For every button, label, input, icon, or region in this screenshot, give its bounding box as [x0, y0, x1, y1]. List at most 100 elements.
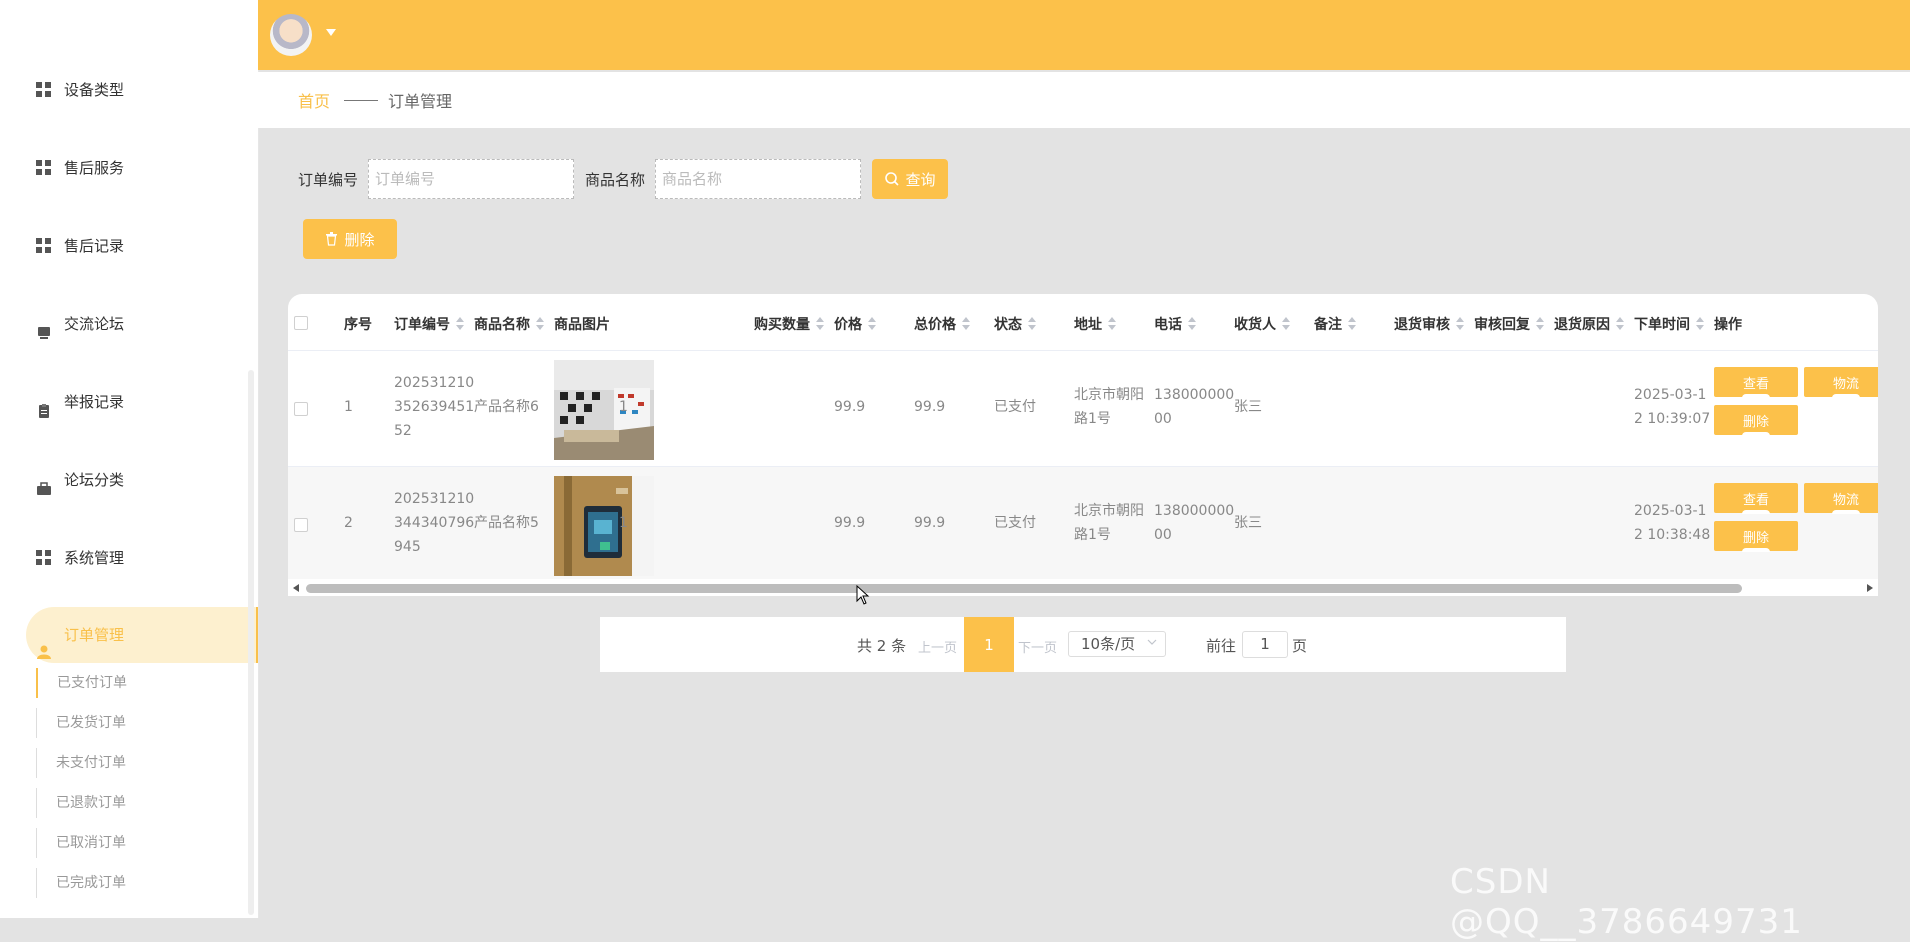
page-size-select[interactable]: 10条/页 [1068, 631, 1166, 657]
row-delete-button[interactable]: 删除 [1714, 521, 1798, 552]
sort-icon [816, 317, 824, 331]
sidebar-item-after-sales[interactable]: 售后服务 [36, 148, 124, 188]
cell-product-name: 产品名称5 [474, 515, 539, 531]
cell-order-no: 202531210 352639451 52 [394, 375, 475, 439]
query-button[interactable]: 查询 [872, 159, 948, 199]
row-delete-button[interactable]: 删除 [1714, 405, 1798, 436]
grid-icon [36, 238, 52, 254]
subitem-shipped-orders[interactable]: 已发货订单 [36, 708, 126, 738]
table-row: 1 202531210 352639451 52 产品名称6 1 99.9 99.9… [288, 350, 1878, 467]
sidebar-item-label: 交流论坛 [64, 315, 125, 333]
sidebar-item-label: 举报记录 [64, 393, 125, 411]
grid-icon [36, 160, 52, 176]
sort-icon [962, 317, 970, 331]
cell-order-time: 2025-03-1 2 10:38:48 [1634, 503, 1711, 543]
sidebar-item-orders[interactable]: 订单管理 [26, 607, 258, 663]
cell-quantity: 1 [619, 515, 628, 531]
cell-price: 99.9 [834, 515, 866, 531]
horizontal-scrollbar[interactable] [288, 579, 1878, 596]
subitem-unpaid-orders[interactable]: 未支付订单 [36, 748, 126, 778]
subitem-refunded-orders[interactable]: 已退款订单 [36, 788, 126, 818]
col-product-image: 商品图片 [554, 317, 610, 333]
col-phone[interactable]: 电话 [1154, 314, 1196, 334]
sidebar-item-reports[interactable]: 举报记录 [36, 382, 124, 422]
cell-order-time: 2025-03-1 2 10:39:07 [1634, 387, 1711, 427]
sort-icon [1108, 317, 1116, 331]
col-review-reply[interactable]: 审核回复 [1474, 314, 1544, 334]
cell-product-name: 产品名称6 [474, 399, 539, 415]
table-row: 2 202531210 344340796 945 产品名称5 1 99.9 99.… [288, 466, 1878, 583]
prev-page-button[interactable]: 上一页 [918, 637, 957, 656]
scroll-left-icon[interactable] [293, 584, 299, 592]
cell-address: 北京市朝阳 路1号 [1074, 503, 1144, 543]
delete-button[interactable]: 删除 [303, 219, 397, 259]
cell-phone: 138000000 00 [1154, 387, 1235, 427]
product-image[interactable] [554, 476, 654, 576]
product-image[interactable] [554, 360, 654, 460]
product-name-input[interactable] [655, 159, 861, 199]
col-return-review[interactable]: 退货审核 [1394, 314, 1464, 334]
sidebar-item-forum[interactable]: 交流论坛 [36, 304, 124, 344]
sort-icon [1696, 317, 1704, 331]
sidebar-item-label: 售后记录 [64, 237, 125, 255]
view-button[interactable]: 查看 [1714, 483, 1798, 514]
sidebar-item-system[interactable]: 系统管理 [36, 538, 124, 578]
logistics-button[interactable]: 物流 [1804, 483, 1878, 514]
next-page-button[interactable]: 下一页 [1018, 637, 1057, 656]
cell-order-no: 202531210 344340796 945 [394, 491, 475, 555]
monitor-icon [36, 316, 52, 339]
scroll-right-icon[interactable] [1867, 584, 1873, 592]
col-order-time[interactable]: 下单时间 [1634, 314, 1704, 334]
cell-status: 已支付 [994, 399, 1036, 415]
clipboard-icon [36, 394, 52, 418]
sidebar-item-label: 系统管理 [64, 549, 125, 567]
col-total[interactable]: 总价格 [914, 314, 970, 334]
col-product-name[interactable]: 商品名称 [474, 314, 544, 334]
sidebar-item-after-sales-records[interactable]: 售后记录 [36, 226, 124, 266]
subitem-cancelled-orders[interactable]: 已取消订单 [36, 828, 126, 858]
col-price[interactable]: 价格 [834, 314, 876, 334]
cell-quantity: 1 [619, 399, 628, 415]
mouse-cursor-icon [856, 585, 870, 605]
top-header [258, 0, 1910, 70]
goto-page-input[interactable]: 1 [1242, 631, 1288, 658]
sort-icon [1028, 317, 1036, 331]
subitem-completed-orders[interactable]: 已完成订单 [36, 868, 126, 898]
subitem-paid-orders[interactable]: 已支付订单 [36, 668, 127, 698]
col-address[interactable]: 地址 [1074, 314, 1116, 334]
sidebar-item-forum-category[interactable]: 论坛分类 [36, 460, 124, 500]
caret-down-icon[interactable] [326, 29, 336, 36]
row-checkbox[interactable] [294, 402, 308, 416]
page-size-value: 10条/页 [1081, 635, 1136, 653]
col-remark[interactable]: 备注 [1314, 314, 1356, 334]
cell-index: 2 [344, 515, 353, 531]
sort-icon [1188, 317, 1196, 331]
order-no-input[interactable] [368, 159, 574, 199]
sort-icon [868, 317, 876, 331]
cell-total: 99.9 [914, 399, 946, 415]
sidebar-scrollbar[interactable] [248, 370, 254, 915]
orders-table: 序号 订单编号 商品名称 商品图片 购买数量 价格 总价格 状态 地址 电话 收… [288, 294, 1878, 596]
breadcrumb: 首页 订单管理 [258, 72, 1910, 128]
col-order-no[interactable]: 订单编号 [394, 314, 464, 334]
sidebar-item-device-type[interactable]: 设备类型 [36, 70, 124, 110]
sort-icon [1348, 317, 1356, 331]
avatar[interactable] [270, 14, 312, 56]
col-status[interactable]: 状态 [994, 314, 1036, 334]
select-all-checkbox[interactable] [294, 316, 308, 330]
grid-icon [36, 82, 52, 98]
sort-icon [536, 317, 544, 331]
logistics-button[interactable]: 物流 [1804, 367, 1878, 398]
col-return-reason[interactable]: 退货原因 [1554, 314, 1624, 334]
col-quantity[interactable]: 购买数量 [754, 314, 824, 334]
delete-button-label: 删除 [344, 230, 375, 249]
page-number-current[interactable]: 1 [964, 617, 1014, 672]
col-receiver[interactable]: 收货人 [1234, 314, 1290, 334]
row-checkbox[interactable] [294, 518, 308, 532]
briefcase-icon [36, 472, 52, 495]
grid-icon [36, 550, 52, 566]
cell-address: 北京市朝阳 路1号 [1074, 387, 1144, 427]
breadcrumb-home[interactable]: 首页 [298, 88, 330, 112]
view-button[interactable]: 查看 [1714, 367, 1798, 398]
scrollbar-thumb[interactable] [306, 584, 1742, 593]
